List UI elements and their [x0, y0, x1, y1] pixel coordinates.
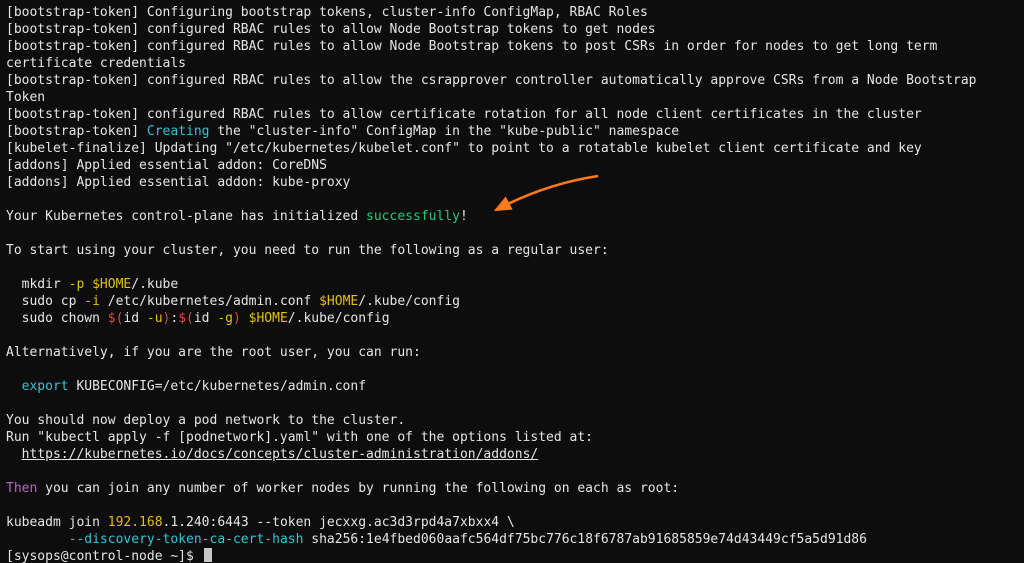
- terminal-text-segment: /.kube/config: [288, 311, 390, 326]
- terminal-text-segment: id: [123, 311, 146, 326]
- terminal-blank-line: [6, 191, 1018, 208]
- terminal-line: sudo cp -i /etc/kubernetes/admin.conf $H…: [6, 293, 1018, 310]
- terminal-text-segment: /etc/kubernetes/admin.conf: [100, 294, 319, 309]
- terminal-text-segment: the "cluster-info" ConfigMap in the "kub…: [210, 124, 680, 139]
- terminal-text-segment: sudo cp: [6, 294, 84, 309]
- terminal-blank-line: [6, 327, 1018, 344]
- terminal-blank-line: [6, 395, 1018, 412]
- terminal-blank-line: [6, 463, 1018, 480]
- terminal-text-segment: [6, 532, 69, 547]
- terminal-text-segment: $HOME: [92, 277, 131, 292]
- terminal-text-segment: [bootstrap-token] configured RBAC rules …: [6, 107, 922, 122]
- terminal-blank-line: [6, 361, 1018, 378]
- terminal-text-segment: sha256:1e4fbed060aafc564df75bc776c18f678…: [303, 532, 867, 547]
- terminal-text-segment: [6, 379, 22, 394]
- terminal-text-segment: https://kubernetes.io/docs/concepts/clus…: [22, 447, 539, 462]
- terminal-text-segment: $HOME: [249, 311, 288, 326]
- terminal-line: export KUBECONFIG=/etc/kubernetes/admin.…: [6, 378, 1018, 395]
- terminal-blank-line: [6, 225, 1018, 242]
- terminal-line: [bootstrap-token] configured RBAC rules …: [6, 38, 1018, 72]
- terminal-text-segment: $HOME: [319, 294, 358, 309]
- terminal-text-segment: Creating: [147, 124, 210, 139]
- terminal-cursor: [204, 548, 212, 562]
- terminal-text-segment: [6, 447, 22, 462]
- terminal-text-segment: ): [233, 311, 241, 326]
- terminal-text-segment: $(: [108, 311, 124, 326]
- terminal-text-segment: You should now deploy a pod network to t…: [6, 413, 405, 428]
- terminal-text-segment: --discovery-token-ca-cert-hash: [69, 532, 304, 547]
- terminal-line: [bootstrap-token] configured RBAC rules …: [6, 106, 1018, 123]
- terminal-text-segment: kubeadm join: [6, 515, 108, 530]
- terminal-text-segment: Alternatively, if you are the root user,…: [6, 345, 421, 360]
- terminal-line: [bootstrap-token] Creating the "cluster-…: [6, 123, 1018, 140]
- terminal-text-segment: successfully: [366, 209, 460, 224]
- terminal-line: mkdir -p $HOME/.kube: [6, 276, 1018, 293]
- terminal-line: Then you can join any number of worker n…: [6, 480, 1018, 497]
- terminal-text-segment: Then: [6, 481, 37, 496]
- terminal-text-segment: -i: [84, 294, 100, 309]
- terminal-line: [kubelet-finalize] Updating "/etc/kubern…: [6, 140, 1018, 157]
- terminal-text-segment: you can join any number of worker nodes …: [37, 481, 679, 496]
- terminal-line: [addons] Applied essential addon: kube-p…: [6, 174, 1018, 191]
- terminal-text-segment: /.kube: [131, 277, 178, 292]
- terminal-line: [bootstrap-token] Configuring bootstrap …: [6, 4, 1018, 21]
- terminal-blank-line: [6, 497, 1018, 514]
- terminal-line: [bootstrap-token] configured RBAC rules …: [6, 72, 1018, 106]
- terminal-text-segment: [84, 277, 92, 292]
- terminal-text-segment: KUBECONFIG=/etc/kubernetes/admin.conf: [69, 379, 366, 394]
- terminal-text-segment: id: [194, 311, 217, 326]
- terminal-text-segment: [addons] Applied essential addon: kube-p…: [6, 175, 350, 190]
- terminal-line: [addons] Applied essential addon: CoreDN…: [6, 157, 1018, 174]
- terminal-text-segment: !: [460, 209, 468, 224]
- terminal-line: Your Kubernetes control-plane has initia…: [6, 208, 1018, 225]
- terminal-text-segment: [bootstrap-token] Configuring bootstrap …: [6, 5, 648, 20]
- terminal-blank-line: [6, 259, 1018, 276]
- terminal-text-segment: [bootstrap-token] configured RBAC rules …: [6, 39, 945, 71]
- terminal-text-segment: [kubelet-finalize] Updating "/etc/kubern…: [6, 141, 922, 156]
- terminal-line: sudo chown $(id -u):$(id -g) $HOME/.kube…: [6, 310, 1018, 327]
- terminal-text-segment: mkdir: [6, 277, 69, 292]
- terminal-line: You should now deploy a pod network to t…: [6, 412, 1018, 429]
- terminal-line: kubeadm join 192.168.1.240:6443 --token …: [6, 514, 1018, 531]
- terminal-text-segment: -u: [147, 311, 163, 326]
- terminal-line: https://kubernetes.io/docs/concepts/clus…: [6, 446, 1018, 463]
- terminal-output[interactable]: [bootstrap-token] Configuring bootstrap …: [0, 0, 1024, 563]
- terminal-line: [bootstrap-token] configured RBAC rules …: [6, 21, 1018, 38]
- terminal-text-segment: [bootstrap-token] configured RBAC rules …: [6, 73, 984, 105]
- terminal-text-segment: Your Kubernetes control-plane has initia…: [6, 209, 366, 224]
- terminal-text-segment: [sysops@control-node ~]$: [6, 549, 202, 563]
- terminal-text-segment: 192.168: [108, 515, 163, 530]
- terminal-text-segment: .1.240:6443 --token jecxxg.ac3d3rpd4a7xb…: [163, 515, 515, 530]
- terminal-text-segment: sudo chown: [6, 311, 108, 326]
- terminal-text-segment: $(: [178, 311, 194, 326]
- terminal-text-segment: -p: [69, 277, 85, 292]
- terminal-text-segment: To start using your cluster, you need to…: [6, 243, 609, 258]
- terminal-line: --discovery-token-ca-cert-hash sha256:1e…: [6, 531, 1018, 548]
- terminal-text-segment: -g: [217, 311, 233, 326]
- terminal-text-segment: [bootstrap-token] configured RBAC rules …: [6, 22, 656, 37]
- terminal-line: Run "kubectl apply -f [podnetwork].yaml"…: [6, 429, 1018, 446]
- terminal-text-segment: /.kube/config: [358, 294, 460, 309]
- terminal-line: Alternatively, if you are the root user,…: [6, 344, 1018, 361]
- terminal-prompt-line[interactable]: [sysops@control-node ~]$: [6, 548, 1018, 563]
- terminal-text-segment: [bootstrap-token]: [6, 124, 147, 139]
- terminal-text-segment: export: [22, 379, 69, 394]
- terminal-text-segment: [241, 311, 249, 326]
- terminal-text-segment: [addons] Applied essential addon: CoreDN…: [6, 158, 327, 173]
- terminal-text-segment: Run "kubectl apply -f [podnetwork].yaml"…: [6, 430, 593, 445]
- terminal-line: To start using your cluster, you need to…: [6, 242, 1018, 259]
